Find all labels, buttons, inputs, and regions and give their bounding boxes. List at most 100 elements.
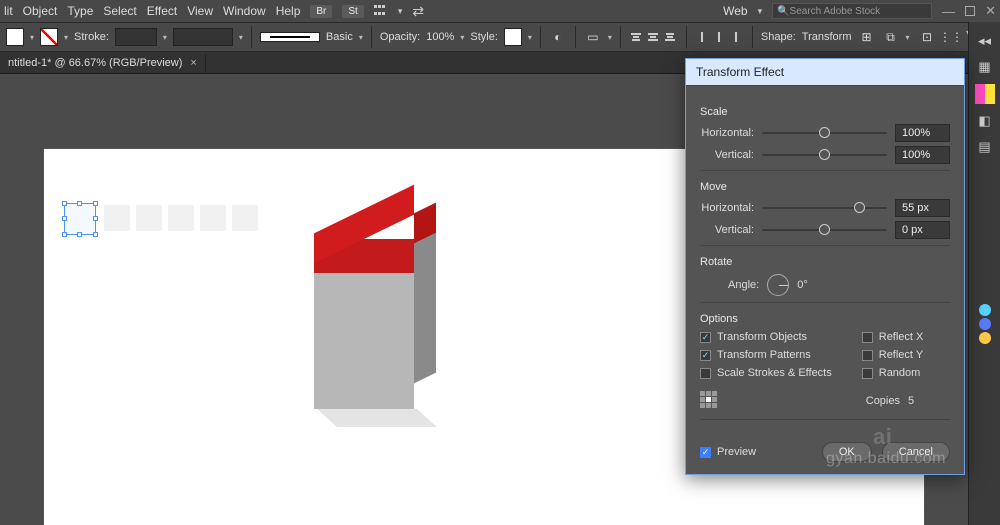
chevron-down-icon[interactable]: ▾ bbox=[528, 33, 532, 42]
chevron-down-icon[interactable]: ▾ bbox=[30, 33, 34, 42]
close-icon[interactable]: ✕ bbox=[985, 3, 996, 19]
angle-value[interactable]: 0° bbox=[797, 279, 847, 291]
menu-item[interactable]: Select bbox=[103, 4, 136, 18]
transform-patterns-checkbox[interactable]: Transform Patterns bbox=[700, 349, 832, 361]
menu-item[interactable]: Object bbox=[23, 4, 58, 18]
reference-point-icon[interactable] bbox=[700, 391, 720, 411]
move-h-row: Horizontal: 55 px bbox=[700, 199, 950, 217]
opacity-value[interactable]: 100% bbox=[426, 31, 454, 43]
color-dot[interactable] bbox=[979, 304, 991, 316]
minimize-icon[interactable]: — bbox=[942, 4, 955, 19]
color-dots bbox=[979, 304, 991, 344]
angle-wheel[interactable] bbox=[767, 274, 789, 296]
chevron-down-icon[interactable]: ▾ bbox=[906, 33, 910, 42]
menu-item[interactable]: Effect bbox=[147, 4, 177, 18]
stroke-weight-input[interactable] bbox=[115, 28, 157, 46]
chevron-down-icon[interactable]: ▾ bbox=[460, 33, 464, 42]
move-h-label: Horizontal: bbox=[700, 202, 762, 214]
stroke-swatch[interactable] bbox=[40, 28, 58, 46]
transform-link[interactable]: Transform bbox=[802, 31, 852, 43]
swatches-icon[interactable] bbox=[975, 84, 995, 104]
recolor-icon[interactable]: ◐ bbox=[549, 28, 567, 46]
align-top-icon[interactable] bbox=[695, 30, 710, 44]
preview-checkbox[interactable]: Preview bbox=[700, 446, 756, 458]
menu-item[interactable]: View bbox=[187, 4, 213, 18]
move-h-slider[interactable] bbox=[762, 201, 887, 215]
fill-swatch[interactable] bbox=[6, 28, 24, 46]
search-placeholder: Search Adobe Stock bbox=[790, 6, 881, 17]
scale-h-row: Horizontal: 100% bbox=[700, 124, 950, 142]
scale-h-slider[interactable] bbox=[762, 126, 887, 140]
right-panel-strip: ◂◂ ▦ ◧ ▤ bbox=[968, 22, 1000, 525]
scale-section-label: Scale bbox=[700, 106, 950, 118]
cloud-icon[interactable]: ⇄ bbox=[412, 3, 424, 20]
copies-label: Copies bbox=[866, 395, 900, 407]
search-stock-input[interactable]: 🔍 Search Adobe Stock bbox=[772, 3, 932, 19]
menu-item[interactable]: lit bbox=[4, 4, 13, 18]
transform-objects-checkbox[interactable]: Transform Objects bbox=[700, 331, 832, 343]
transform-effect-dialog: Transform Effect Scale Horizontal: 100% … bbox=[685, 58, 965, 475]
menu-item[interactable]: Type bbox=[67, 4, 93, 18]
reflect-y-checkbox[interactable]: Reflect Y bbox=[862, 349, 924, 361]
reflect-x-checkbox[interactable]: Reflect X bbox=[862, 331, 924, 343]
align-hcenter-icon[interactable] bbox=[646, 30, 661, 44]
libraries-icon[interactable]: ▤ bbox=[976, 138, 994, 156]
chevron-down-icon[interactable]: ▾ bbox=[239, 33, 243, 42]
menu-item[interactable]: Help bbox=[276, 4, 301, 18]
move-h-value[interactable]: 55 px bbox=[895, 199, 950, 217]
chevron-down-icon[interactable]: ▾ bbox=[359, 33, 363, 42]
isolate-icon[interactable]: ⊡ bbox=[918, 28, 936, 46]
color-dot[interactable] bbox=[979, 332, 991, 344]
ok-button[interactable]: OK bbox=[822, 442, 872, 462]
scale-v-value[interactable]: 100% bbox=[895, 146, 950, 164]
move-v-slider[interactable] bbox=[762, 223, 887, 237]
align-right-icon[interactable] bbox=[663, 30, 678, 44]
stroke-label: Stroke: bbox=[74, 31, 109, 43]
align-bottom-icon[interactable] bbox=[729, 30, 744, 44]
align-vcenter-icon[interactable] bbox=[712, 30, 727, 44]
menu-item[interactable]: Window bbox=[223, 4, 266, 18]
bridge-button[interactable]: Br bbox=[310, 5, 332, 18]
chevron-down-icon[interactable]: ▾ bbox=[758, 6, 763, 17]
scale-v-slider[interactable] bbox=[762, 148, 887, 162]
layers-icon[interactable]: ◧ bbox=[976, 112, 994, 130]
chevron-down-icon[interactable]: ▾ bbox=[64, 33, 68, 42]
workspace-preset[interactable]: Web bbox=[723, 4, 747, 18]
maximize-icon[interactable] bbox=[965, 6, 975, 16]
divider bbox=[752, 26, 753, 48]
move-section-label: Move bbox=[700, 181, 950, 193]
chevron-down-icon[interactable]: ▾ bbox=[163, 33, 167, 42]
close-tab-icon[interactable]: × bbox=[190, 57, 196, 69]
style-swatch[interactable] bbox=[504, 28, 522, 46]
align-left-icon[interactable] bbox=[629, 30, 644, 44]
copy-ghosts bbox=[104, 205, 258, 231]
edit-similar-icon[interactable]: ⋮⋮ bbox=[942, 28, 960, 46]
copies-value[interactable]: 5 bbox=[908, 395, 950, 407]
document-tab[interactable]: ntitled-1* @ 66.67% (RGB/Preview) × bbox=[0, 54, 206, 72]
move-v-label: Vertical: bbox=[700, 224, 762, 236]
scale-strokes-checkbox[interactable]: Scale Strokes & Effects bbox=[700, 367, 832, 379]
align-buttons bbox=[629, 30, 678, 44]
divider bbox=[575, 26, 576, 48]
main-menubar: lit Object Type Select Effect View Windo… bbox=[0, 0, 1000, 22]
brush-preview[interactable] bbox=[260, 32, 320, 42]
width-profile-input[interactable] bbox=[173, 28, 233, 46]
chevron-down-icon[interactable]: ▾ bbox=[398, 6, 403, 17]
expand-panels-icon[interactable]: ◂◂ bbox=[976, 32, 994, 50]
random-checkbox[interactable]: Random bbox=[862, 367, 924, 379]
check-label: Preview bbox=[717, 446, 756, 458]
chevron-down-icon[interactable]: ▾ bbox=[608, 33, 612, 42]
move-v-value[interactable]: 0 px bbox=[895, 221, 950, 239]
arrange-docs-icon[interactable] bbox=[374, 5, 388, 17]
stock-button[interactable]: St bbox=[342, 5, 363, 18]
cancel-button[interactable]: Cancel bbox=[882, 442, 950, 462]
color-dot[interactable] bbox=[979, 318, 991, 330]
properties-icon[interactable]: ▦ bbox=[976, 58, 994, 76]
transform-icon[interactable]: ⊞ bbox=[858, 28, 876, 46]
doc-setup-icon[interactable]: ▭ bbox=[584, 28, 602, 46]
scale-h-value[interactable]: 100% bbox=[895, 124, 950, 142]
valign-buttons bbox=[695, 30, 744, 44]
arrange-icon[interactable]: ⧉ bbox=[882, 28, 900, 46]
selection-box[interactable] bbox=[64, 203, 96, 235]
dialog-titlebar[interactable]: Transform Effect bbox=[686, 59, 964, 86]
